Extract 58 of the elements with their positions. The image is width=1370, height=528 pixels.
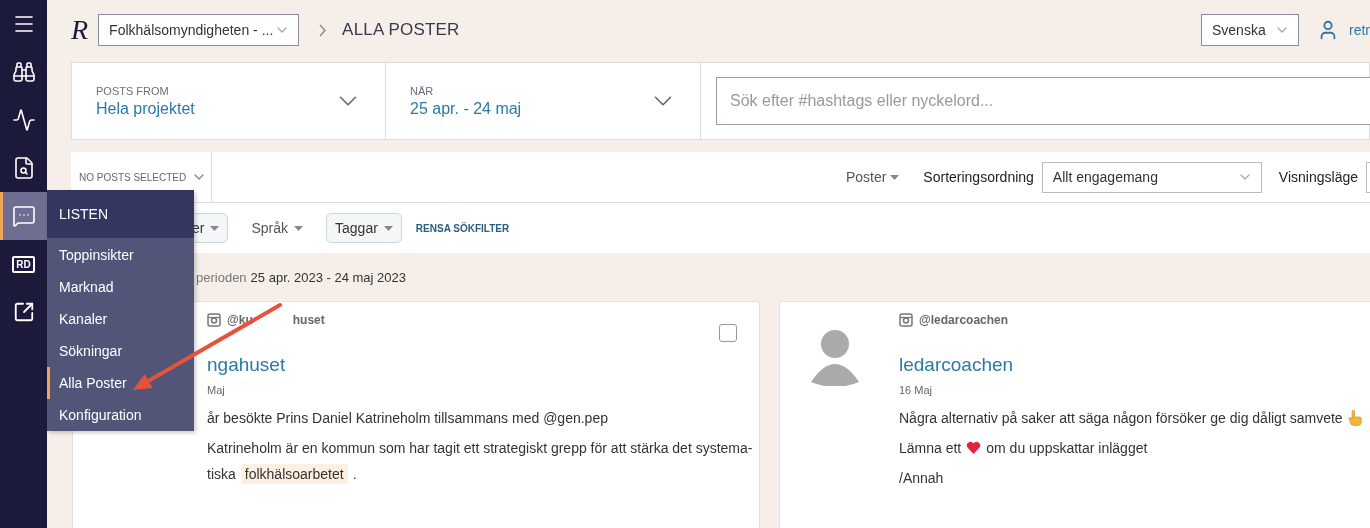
highlighted-tag[interactable]: folkhälsoarbetet	[240, 464, 348, 484]
post-text: /Annah	[899, 470, 944, 486]
user-link[interactable]: retr	[1349, 22, 1370, 38]
sort-select[interactable]: Allt engagemang	[1041, 161, 1262, 193]
menu-item[interactable]: Sökningar	[47, 335, 194, 367]
project-select[interactable]: Folkhälsomyndigheten - ...	[98, 14, 300, 46]
post-type-menu[interactable]: Poster	[845, 169, 900, 185]
filter-dropdown[interactable]: NÄR 25 apr. - 24 maj	[386, 63, 701, 139]
clear-filters-link[interactable]: RENSA SÖKFILTER	[415, 222, 510, 234]
filter-label: POSTS FROM	[96, 84, 170, 97]
post-handle: huset	[292, 312, 325, 327]
heart-icon	[966, 441, 982, 455]
filter-chip[interactable]: Språk	[242, 213, 313, 243]
breadcrumb-chevron-icon	[319, 23, 327, 37]
caret-icon	[210, 225, 220, 231]
caret-icon	[890, 174, 900, 180]
post-text: om du uppskattar inlägget	[986, 440, 1148, 456]
filter-value: 25 apr. - 24 maj	[410, 99, 522, 118]
author-name[interactable]: ngahuset	[207, 354, 759, 376]
chat-icon[interactable]	[11, 204, 36, 228]
post-date: Maj	[207, 384, 226, 396]
menu-item[interactable]: Konfiguration	[47, 399, 194, 431]
filter-value: Hela projektet	[96, 99, 195, 118]
camera-icon	[207, 312, 221, 327]
rd-badge[interactable]: RD	[12, 255, 35, 273]
caret-icon	[294, 225, 304, 231]
post-text: år besökte Prins Daniel Katrineholm tillsammans med @gen.pep	[207, 410, 608, 426]
pointing-hand-icon	[1347, 410, 1362, 426]
menu-item[interactable]: Kanaler	[47, 303, 194, 335]
sidebar-item[interactable]: RD	[0, 240, 47, 288]
period-label: perioden	[196, 269, 247, 285]
external-link-icon[interactable]	[12, 301, 35, 323]
filter-label: NÄR	[410, 84, 435, 97]
filter-dropdown[interactable]: POSTS FROM Hela projektet	[72, 63, 386, 139]
pulse-icon[interactable]	[11, 108, 36, 132]
post-text: tiska	[207, 466, 236, 482]
post-text: Katrineholm är en kommun som har tagit ett strategiskt grepp för att stärka det systema-	[207, 440, 753, 456]
page-title: ALLA POSTER	[342, 20, 460, 40]
author-name[interactable]: ledarcoachen	[899, 354, 1370, 376]
menu-item[interactable]: Alla Poster	[47, 367, 194, 399]
post-checkbox[interactable]	[719, 324, 737, 342]
language-select[interactable]: Svenska	[1201, 14, 1299, 46]
menu-title: LISTEN	[47, 190, 194, 238]
search-field[interactable]: Sök efter #hashtags eller nyckelord...	[716, 77, 1370, 125]
post-date: 16 Maj	[899, 384, 934, 396]
post-handle: @ledarcoachen	[919, 312, 1009, 327]
post-text: .	[352, 466, 357, 482]
binoculars-icon[interactable]	[11, 60, 36, 84]
caret-icon	[383, 225, 393, 231]
view-mode-label: Visningsläge	[1278, 169, 1358, 185]
logo: R	[71, 14, 89, 46]
period-value: 25 apr. 2023 - 24 maj 2023	[250, 269, 406, 285]
post-text: Några alternativ på saker att säga någon försöker ge dig dåligt samvete	[899, 410, 1343, 426]
menu-item[interactable]: Marknad	[47, 271, 194, 303]
filter-chip[interactable]: Taggar	[326, 213, 402, 243]
post-text: Lämna ett	[899, 440, 962, 456]
camera-icon	[899, 312, 913, 327]
sort-label: Sorteringsordning	[923, 169, 1034, 185]
